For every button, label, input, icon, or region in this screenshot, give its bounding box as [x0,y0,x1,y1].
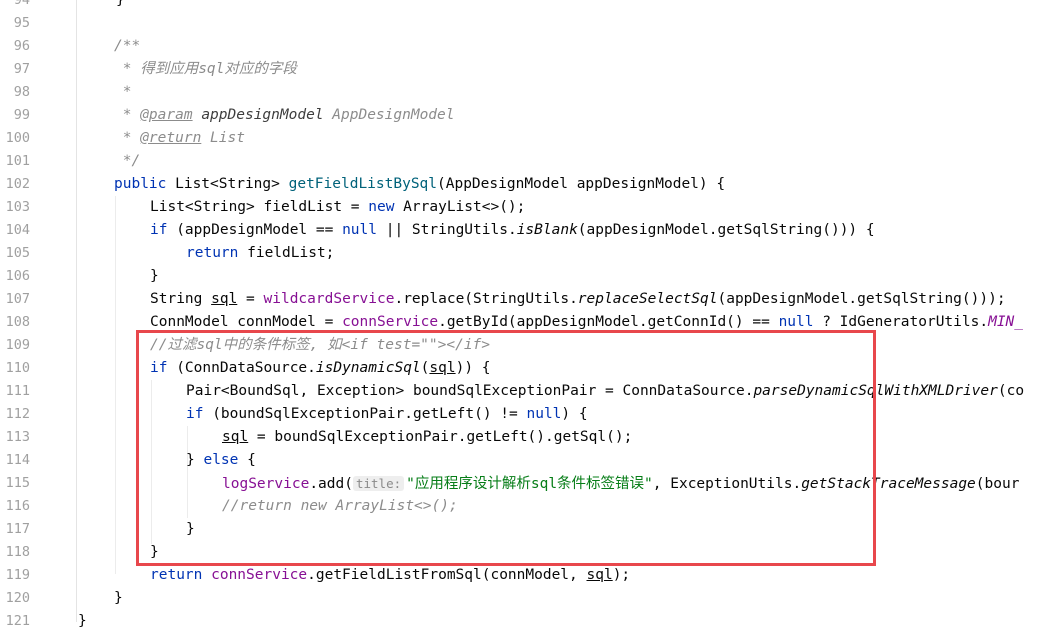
code-line-107: String sql = wildcardService.replace(Str… [150,291,1006,307]
code-line-99: * @param appDesignModel AppDesignModel [114,107,455,123]
code-line-106: } [150,268,159,284]
code-line-100: * @return List [114,130,245,146]
indent-guide [115,196,116,574]
code-line-97: * 得到应用sql对应的字段 [114,61,297,77]
code-line-105: return fieldList; [186,245,335,261]
code-line-103: List<String> fieldList = new ArrayList<>… [150,199,526,215]
highlight-box [136,330,876,566]
code-line-94: } [116,0,125,8]
code-line-120: } [114,590,123,606]
code-line-96: /** [114,38,141,54]
code-line-98: * [114,84,132,100]
code-line-119: return connService.getFieldListFromSql(c… [150,567,631,583]
code-line-102: public List<String> getFieldListBySql(Ap… [114,176,726,192]
code-line-104: if (appDesignModel == null || StringUtil… [150,222,875,238]
code-line-101: */ [114,153,141,169]
